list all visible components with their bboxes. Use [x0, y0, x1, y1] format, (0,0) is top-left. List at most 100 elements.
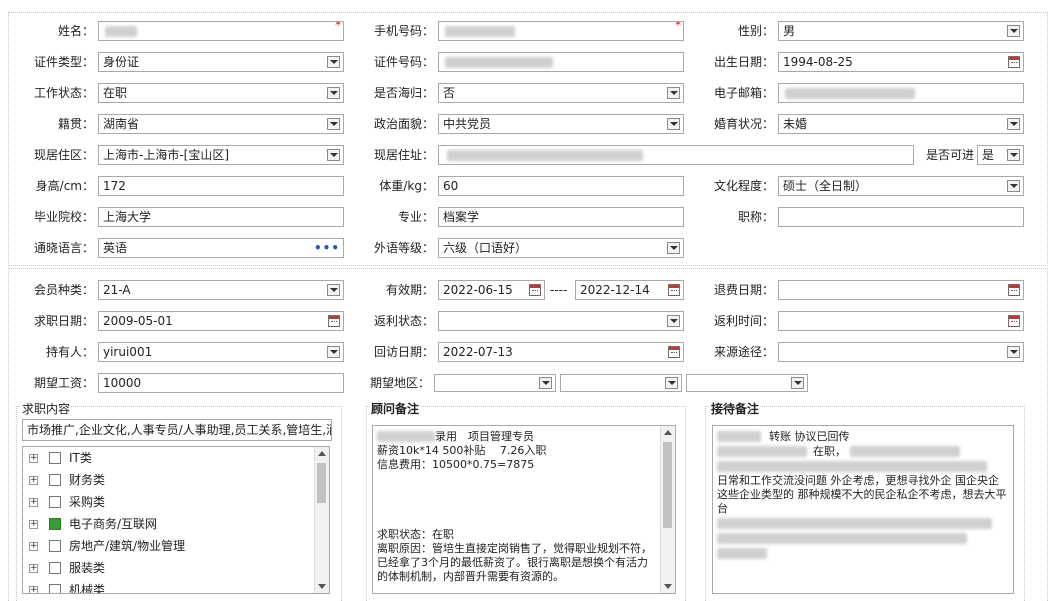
scroll-down-icon[interactable]: [318, 584, 326, 589]
redacted-text: [717, 461, 987, 472]
salary-value: 10000: [103, 376, 142, 390]
tree-checkbox[interactable]: [49, 474, 61, 486]
tree-checkbox[interactable]: [49, 518, 61, 530]
job-title-field[interactable]: [778, 207, 1024, 227]
chevron-down-icon[interactable]: [1007, 25, 1020, 37]
reception-remarks-textarea[interactable]: 转账 协议已回传 在职， 日常和工作交流没问题 外企考虑，更想寻找外企 国企央企…: [712, 425, 1014, 594]
scroll-down-icon[interactable]: [664, 584, 672, 589]
plus-icon[interactable]: +: [29, 564, 38, 573]
origin-select[interactable]: 湖南省: [98, 114, 344, 134]
member-type-select[interactable]: 21-A: [98, 280, 344, 300]
calendar-icon[interactable]: [668, 346, 680, 358]
visit-select[interactable]: 是: [977, 145, 1024, 165]
consultant-blank-gap: [377, 472, 657, 528]
chevron-down-icon[interactable]: [667, 118, 680, 130]
calendar-icon[interactable]: [1008, 315, 1020, 327]
birth-date-field[interactable]: 1994-08-25: [778, 52, 1024, 72]
id-number-field[interactable]: [438, 52, 684, 72]
name-field[interactable]: *: [98, 21, 344, 41]
refund-date-field[interactable]: [778, 280, 1024, 300]
chevron-down-icon[interactable]: [791, 377, 804, 389]
plus-icon[interactable]: +: [29, 520, 38, 529]
chevron-down-icon[interactable]: [327, 87, 340, 99]
calendar-icon[interactable]: [328, 315, 340, 327]
height-field[interactable]: 172: [98, 176, 344, 196]
chevron-down-icon[interactable]: [667, 87, 680, 99]
chevron-down-icon[interactable]: [667, 315, 680, 327]
returnee-select[interactable]: 否: [438, 83, 684, 103]
politics-select[interactable]: 中共党员: [438, 114, 684, 134]
chevron-down-icon[interactable]: [665, 377, 678, 389]
revisit-date-field[interactable]: 2022-07-13: [438, 342, 684, 362]
address-field[interactable]: [438, 145, 914, 165]
major-field[interactable]: 档案学: [438, 207, 684, 227]
plus-icon[interactable]: +: [29, 586, 38, 593]
gender-select[interactable]: 男: [778, 21, 1024, 41]
work-status-select[interactable]: 在职: [98, 83, 344, 103]
chevron-down-icon[interactable]: [327, 118, 340, 130]
job-date-field[interactable]: 2009-05-01: [98, 311, 344, 331]
region-select[interactable]: 上海市-上海市-[宝山区]: [98, 145, 344, 165]
redacted-text: [717, 446, 807, 457]
area-district-select[interactable]: [686, 374, 808, 392]
plus-icon[interactable]: +: [29, 454, 38, 463]
plus-icon[interactable]: +: [29, 542, 38, 551]
holder-select[interactable]: yirui001: [98, 342, 344, 362]
chevron-down-icon[interactable]: [1007, 346, 1020, 358]
calendar-icon[interactable]: [668, 284, 680, 296]
area-city-select[interactable]: [560, 374, 682, 392]
plus-icon[interactable]: +: [29, 476, 38, 485]
scroll-up-icon[interactable]: [318, 451, 326, 456]
salary-field[interactable]: 10000: [98, 373, 344, 393]
marital-select[interactable]: 未婚: [778, 114, 1024, 134]
calendar-icon[interactable]: [529, 284, 541, 296]
tree-checkbox[interactable]: [49, 452, 61, 464]
language-field[interactable]: 英语 •••: [98, 238, 344, 258]
weight-field[interactable]: 60: [438, 176, 684, 196]
scroll-thumb[interactable]: [317, 463, 326, 503]
rebate-time-field[interactable]: [778, 311, 1024, 331]
chevron-down-icon[interactable]: [539, 377, 552, 389]
more-options-icon[interactable]: •••: [314, 239, 340, 257]
rebate-status-label: 返利状态：: [373, 314, 434, 328]
job-selected-field[interactable]: 市场推广,企业文化,人事专员/人事助理,员工关系,管培生,酒: [22, 419, 332, 441]
area-province-select[interactable]: [434, 374, 556, 392]
consultant-remarks-textarea[interactable]: 录用 项目管理专员 薪资10k*14 500补贴 7.26入职 信息费用：105…: [372, 425, 676, 594]
email-field[interactable]: [778, 83, 1024, 103]
chevron-down-icon[interactable]: [1007, 149, 1020, 161]
tree-checkbox[interactable]: [49, 562, 61, 574]
scroll-thumb[interactable]: [663, 442, 672, 528]
tree-checkbox[interactable]: [49, 496, 61, 508]
chevron-down-icon[interactable]: [327, 284, 340, 296]
reception-line2-row: 在职，: [717, 444, 1009, 459]
chevron-down-icon[interactable]: [1007, 180, 1020, 192]
source-select[interactable]: [778, 342, 1024, 362]
plus-icon[interactable]: +: [29, 498, 38, 507]
id-type-select[interactable]: 身份证: [98, 52, 344, 72]
school-field[interactable]: 上海大学: [98, 207, 344, 227]
calendar-icon[interactable]: [1008, 56, 1020, 68]
tree-scrollbar[interactable]: [314, 447, 329, 593]
chevron-down-icon[interactable]: [667, 242, 680, 254]
calendar-icon[interactable]: [1008, 284, 1020, 296]
scroll-up-icon[interactable]: [664, 430, 672, 435]
job-category-tree: + IT类 + 财务类 + 采购类 + 电子商务/互联网 + 房地产/建筑/物业管理 + 服装类 + 机械…: [22, 446, 330, 594]
redacted-text: [717, 548, 767, 559]
chevron-down-icon[interactable]: [327, 346, 340, 358]
valid-from-field[interactable]: 2022-06-15: [438, 280, 545, 300]
valid-to-field[interactable]: 2022-12-14: [575, 280, 684, 300]
address-label: 现居住址：: [373, 148, 434, 162]
consultant-scrollbar[interactable]: [660, 426, 675, 593]
language-level-select[interactable]: 六级（口语好）: [438, 238, 684, 258]
tree-checkbox[interactable]: [49, 540, 61, 552]
phone-field[interactable]: *: [438, 21, 684, 41]
tree-checkbox[interactable]: [49, 584, 61, 593]
chevron-down-icon[interactable]: [327, 149, 340, 161]
education-select[interactable]: 硕士（全日制）: [778, 176, 1024, 196]
chevron-down-icon[interactable]: [327, 56, 340, 68]
chevron-down-icon[interactable]: [1007, 118, 1020, 130]
holder-label: 持有人：: [45, 345, 94, 359]
consultant-line1-row: 录用 项目管理专员: [377, 429, 657, 444]
language-label: 通晓语言：: [33, 241, 94, 255]
rebate-status-select[interactable]: [438, 311, 684, 331]
